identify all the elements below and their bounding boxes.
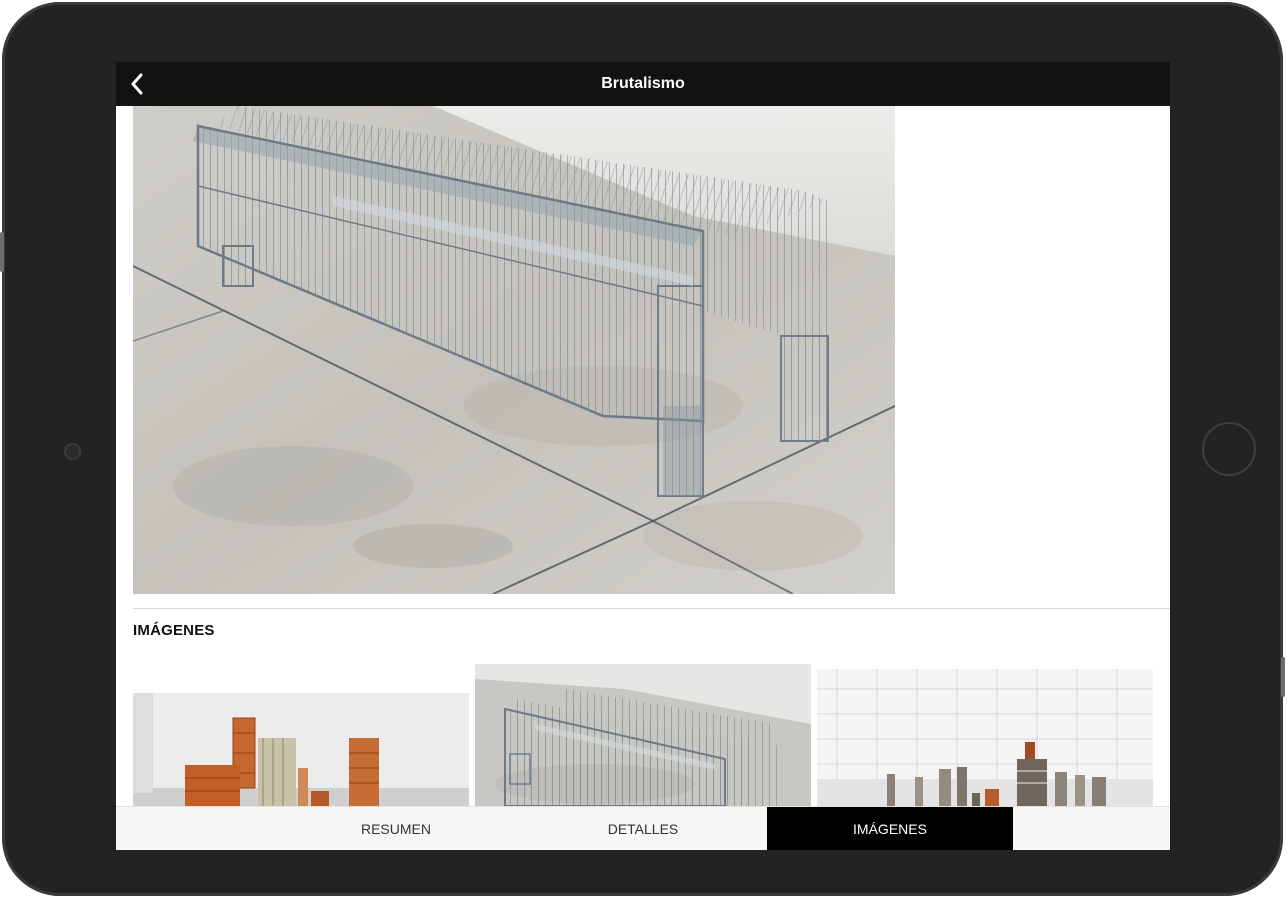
- tab-resumen-label: RESUMEN: [360, 820, 431, 837]
- thumbnail-wire-benches[interactable]: [475, 664, 811, 806]
- tablet-frame: Brutalismo IMÁGENES RESUMEN DETALLES IMÁ…: [0, 2, 1285, 896]
- wire-bench-photo: [133, 106, 895, 594]
- thumbnail-white-hall[interactable]: [817, 669, 1153, 806]
- navigation-bar: Brutalismo: [116, 62, 1170, 106]
- hero-image[interactable]: [133, 106, 895, 594]
- tab-detalles-label: DETALLES: [607, 820, 679, 837]
- section-divider: [133, 608, 1170, 609]
- back-button[interactable]: [122, 68, 152, 100]
- app-screen: Brutalismo IMÁGENES RESUMEN DETALLES IMÁ…: [116, 62, 1170, 850]
- orange-shelves-photo: [133, 693, 469, 806]
- white-hall-photo: [817, 669, 1153, 806]
- thumbnail-orange-shelves[interactable]: [133, 693, 469, 806]
- wire-benches-photo: [475, 664, 811, 806]
- chevron-left-icon: [131, 73, 143, 95]
- power-button: [1281, 657, 1285, 697]
- tab-detalles[interactable]: DETALLES: [520, 807, 766, 850]
- gallery-section-title: IMÁGENES: [133, 622, 215, 639]
- volume-button: [0, 232, 4, 272]
- page-title: Brutalismo: [601, 75, 685, 92]
- front-camera-icon: [66, 445, 79, 458]
- tab-resumen[interactable]: RESUMEN: [273, 807, 519, 850]
- home-button[interactable]: [1202, 422, 1256, 476]
- tab-bar: RESUMEN DETALLES IMÁGENES: [116, 806, 1170, 850]
- tab-imagenes[interactable]: IMÁGENES: [767, 807, 1013, 850]
- tab-imagenes-label: IMÁGENES: [853, 820, 927, 837]
